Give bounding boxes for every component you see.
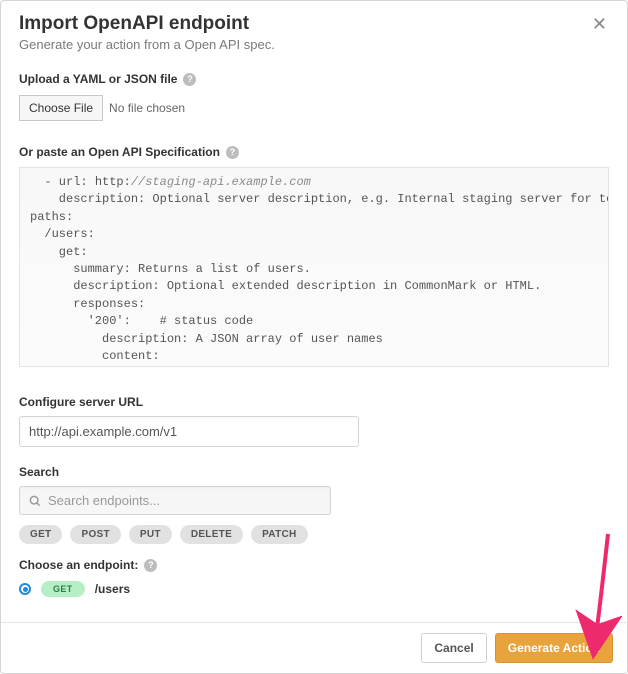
modal-header: Import OpenAPI endpoint Generate your ac… — [19, 13, 609, 52]
modal-subtitle: Generate your action from a Open API spe… — [19, 37, 275, 52]
search-icon — [28, 494, 42, 508]
http-method-filters: GET POST PUT DELETE PATCH — [19, 525, 609, 544]
upload-label: Upload a YAML or JSON file ? — [19, 72, 609, 86]
upload-section: Upload a YAML or JSON file ? Choose File… — [19, 72, 609, 121]
code-body: description: Optional server description… — [30, 192, 609, 367]
server-url-section: Configure server URL — [19, 395, 609, 447]
search-input[interactable] — [48, 493, 322, 508]
endpoint-method-badge: GET — [41, 581, 85, 597]
generate-action-button[interactable]: Generate Action — [495, 633, 613, 663]
help-icon[interactable]: ? — [183, 73, 196, 86]
help-icon[interactable]: ? — [144, 559, 157, 572]
paste-label-text: Or paste an Open API Specification — [19, 145, 220, 159]
paste-section: Or paste an Open API Specification ? - u… — [19, 145, 609, 367]
modal-body: Import OpenAPI endpoint Generate your ac… — [1, 1, 627, 622]
method-filter-put[interactable]: PUT — [129, 525, 172, 544]
search-section: Search GET POST PUT DELETE PATCH — [19, 465, 609, 544]
method-filter-get[interactable]: GET — [19, 525, 62, 544]
choose-endpoint-section: Choose an endpoint: ? GET /users — [19, 558, 609, 597]
modal-footer: Cancel Generate Action — [1, 622, 627, 673]
search-label: Search — [19, 465, 609, 479]
endpoint-path: /users — [95, 582, 130, 596]
method-filter-delete[interactable]: DELETE — [180, 525, 243, 544]
method-filter-patch[interactable]: PATCH — [251, 525, 307, 544]
method-filter-post[interactable]: POST — [70, 525, 120, 544]
file-chosen-status: No file chosen — [109, 101, 185, 115]
help-icon[interactable]: ? — [226, 146, 239, 159]
upload-label-text: Upload a YAML or JSON file — [19, 72, 177, 86]
server-url-input[interactable] — [19, 416, 359, 447]
modal-title: Import OpenAPI endpoint — [19, 13, 275, 35]
endpoint-option-row[interactable]: GET /users — [19, 581, 609, 597]
search-input-wrap[interactable] — [19, 486, 331, 515]
choose-file-button[interactable]: Choose File — [19, 95, 103, 121]
import-openapi-modal: Import OpenAPI endpoint Generate your ac… — [0, 0, 628, 674]
openapi-spec-textarea[interactable]: - url: http://staging-api.example.com de… — [19, 167, 609, 367]
file-chooser-row: Choose File No file chosen — [19, 95, 609, 121]
choose-endpoint-label-text: Choose an endpoint: — [19, 558, 138, 572]
cancel-button[interactable]: Cancel — [421, 633, 486, 663]
choose-endpoint-label: Choose an endpoint: ? — [19, 558, 609, 572]
server-url-label: Configure server URL — [19, 395, 609, 409]
close-icon[interactable]: ✕ — [590, 13, 609, 35]
endpoint-radio[interactable] — [19, 583, 31, 595]
code-line-url: - url: http://staging-api.example.com — [30, 175, 311, 189]
paste-label: Or paste an Open API Specification ? — [19, 145, 609, 159]
